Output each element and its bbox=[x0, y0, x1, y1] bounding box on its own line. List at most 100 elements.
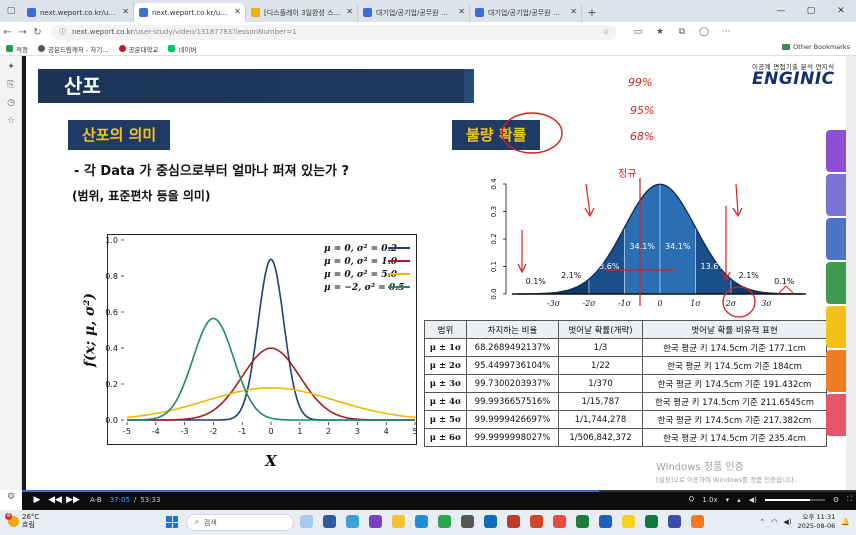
app-icon[interactable] bbox=[507, 515, 520, 528]
reload-icon[interactable]: ↻ bbox=[30, 27, 45, 38]
tray-chevron-icon[interactable]: ⌃ bbox=[759, 518, 765, 526]
tab-close-icon[interactable]: ✕ bbox=[570, 7, 577, 16]
table-cell: 1/3 bbox=[558, 338, 643, 357]
url-input[interactable]: ⓘ next.weport.co.kr/user-study/video/131… bbox=[51, 24, 617, 40]
app-icon[interactable] bbox=[369, 515, 382, 528]
bookmark-item[interactable]: 적정 bbox=[6, 44, 28, 54]
file-explorer-icon[interactable] bbox=[392, 515, 405, 528]
close-window-icon[interactable]: ✕ bbox=[826, 0, 856, 22]
maximize-icon[interactable]: ▢ bbox=[796, 0, 826, 22]
side-tab-pink[interactable] bbox=[826, 394, 846, 436]
table-cell: 99.9936657516% bbox=[466, 392, 559, 411]
bookmark-item[interactable]: 공운드림캐처 - 자기... bbox=[37, 44, 109, 54]
forward-icon[interactable]: → bbox=[15, 27, 30, 38]
wifi-icon[interactable]: ◠ bbox=[771, 518, 777, 526]
speaker-icon[interactable]: ◀) bbox=[783, 518, 791, 526]
back-icon[interactable]: ← bbox=[0, 27, 15, 38]
sidebar-collections-icon[interactable]: ⎘ bbox=[6, 80, 16, 90]
volume-slider[interactable] bbox=[764, 498, 825, 501]
time-separator: / bbox=[133, 496, 137, 504]
side-tab-yellow[interactable] bbox=[826, 306, 846, 348]
table-row: μ ± 3σ 99.7300203937% 1/370 한국 평균 키 174.5cm… bbox=[424, 374, 827, 393]
side-tab-orange[interactable] bbox=[826, 350, 846, 392]
sidebar-tools-icon[interactable]: ✦ bbox=[6, 62, 16, 72]
powerpoint-icon[interactable] bbox=[530, 515, 543, 528]
speed-down-icon[interactable]: ▾ bbox=[726, 496, 730, 504]
app-icon[interactable] bbox=[668, 515, 681, 528]
word-icon[interactable] bbox=[599, 515, 612, 528]
bookmark-icon bbox=[118, 45, 126, 52]
volume-icon[interactable]: ◀) bbox=[749, 496, 757, 504]
site-info-icon[interactable]: ⓘ bbox=[59, 27, 66, 37]
table-cell: 68.2689492137% bbox=[466, 338, 559, 357]
table-cell: μ ± 3σ bbox=[424, 374, 467, 393]
minimize-icon[interactable]: — bbox=[766, 0, 796, 22]
total-time: 53:33 bbox=[140, 496, 161, 504]
rewind-icon[interactable]: ◀◀ bbox=[46, 495, 64, 505]
clock[interactable]: 오후 11:31 2025-08-06 bbox=[798, 513, 836, 531]
other-bookmarks[interactable]: Other Bookmarks bbox=[782, 43, 850, 51]
tab-close-icon[interactable]: ✕ bbox=[122, 7, 129, 16]
start-icon[interactable] bbox=[166, 516, 178, 528]
bookmark-label: 적정 bbox=[16, 45, 28, 54]
windows-activation-watermark: Windows 정품 인증 [설정]으로 이동하여 Windows를 정품 인증… bbox=[656, 462, 796, 486]
bookmark-item[interactable]: 공운대학교 bbox=[118, 44, 158, 54]
play-icon[interactable]: ▶ bbox=[28, 495, 46, 505]
kakaotalk-icon[interactable] bbox=[622, 515, 635, 528]
pinned-apps bbox=[300, 515, 704, 528]
app-icon[interactable] bbox=[645, 515, 658, 528]
browser-tab-3[interactable]: [디스플레이 3일완성 스터디] ✕ bbox=[246, 3, 358, 22]
outlook-icon[interactable] bbox=[484, 515, 497, 528]
browser-tab-5[interactable]: 대기업/공기업/공무원 인강, 기 ✕ bbox=[470, 3, 582, 22]
sidebar-favorites-icon[interactable]: ☆ bbox=[6, 116, 16, 126]
side-tab-purple[interactable] bbox=[826, 130, 846, 172]
progress-bar[interactable] bbox=[22, 490, 856, 492]
tab-close-icon[interactable]: ✕ bbox=[346, 7, 353, 16]
fast-forward-icon[interactable]: ▶▶ bbox=[64, 495, 82, 505]
speed-button[interactable]: 1.0x bbox=[702, 496, 717, 504]
tab-actions-icon[interactable]: ▢ bbox=[0, 0, 22, 22]
sidebar-history-icon[interactable]: ◷ bbox=[6, 98, 16, 108]
app-icon[interactable] bbox=[323, 515, 336, 528]
window-controls: — ▢ ✕ bbox=[766, 0, 856, 22]
app-icon[interactable] bbox=[461, 515, 474, 528]
weather-widget[interactable]: 4 26°C 흐림 bbox=[5, 512, 39, 529]
settings-small-icon[interactable]: ⛭ bbox=[689, 495, 695, 504]
gear-icon[interactable]: ⚙ bbox=[833, 496, 839, 504]
firefox-icon[interactable] bbox=[691, 515, 704, 528]
edge-icon[interactable] bbox=[415, 515, 428, 528]
table-header: 벗어날 확률(개략) bbox=[558, 320, 643, 339]
browser-tab-2[interactable]: next.weport.co.kr/user-study/v ✕ bbox=[134, 3, 246, 22]
split-view-icon[interactable]: ▭ bbox=[631, 27, 645, 37]
side-tab-violet[interactable] bbox=[826, 174, 846, 216]
app-icon[interactable] bbox=[346, 515, 359, 528]
table-cell: μ ± 5σ bbox=[424, 410, 467, 429]
browser-tab-4[interactable]: 대기업/공기업/공무원 인강, 기 ✕ bbox=[358, 3, 470, 22]
excel-icon[interactable] bbox=[576, 515, 589, 528]
naver-icon bbox=[168, 45, 176, 52]
speed-up-icon[interactable]: ▴ bbox=[737, 496, 741, 504]
bookmark-star-icon[interactable]: ☆ bbox=[603, 28, 609, 36]
folder-icon bbox=[782, 44, 791, 50]
taskbar-search-input[interactable]: ⌕ 검색 bbox=[186, 514, 294, 531]
favorites-icon[interactable]: ★ bbox=[653, 27, 667, 37]
browser-tab-1[interactable]: next.weport.co.kr/user-study ✕ bbox=[22, 3, 134, 22]
task-view-icon[interactable] bbox=[300, 515, 313, 528]
fullscreen-icon[interactable]: ⛶ bbox=[847, 495, 852, 504]
bookmark-label: 공운드림캐처 - 자기... bbox=[47, 45, 109, 54]
menu-icon[interactable]: ⋯ bbox=[719, 27, 733, 37]
tab-close-icon[interactable]: ✕ bbox=[458, 7, 465, 16]
tab-close-icon[interactable]: ✕ bbox=[234, 7, 241, 16]
collections-icon[interactable]: ⧉ bbox=[675, 27, 689, 37]
side-tab-green[interactable] bbox=[826, 262, 846, 304]
app-icon[interactable] bbox=[553, 515, 566, 528]
side-tab-blue[interactable] bbox=[826, 218, 846, 260]
sidebar-settings-icon[interactable]: ⚙ bbox=[6, 492, 16, 502]
ab-repeat-button[interactable]: A-B bbox=[90, 496, 102, 504]
table-cell: 1/1,744,278 bbox=[558, 410, 643, 429]
bookmark-item[interactable]: 네이버 bbox=[168, 44, 196, 54]
chrome-icon[interactable] bbox=[438, 515, 451, 528]
notifications-icon[interactable]: 🔔 bbox=[841, 518, 850, 526]
profile-icon[interactable]: ◯ bbox=[697, 27, 711, 37]
new-tab-button[interactable]: + bbox=[582, 3, 602, 22]
